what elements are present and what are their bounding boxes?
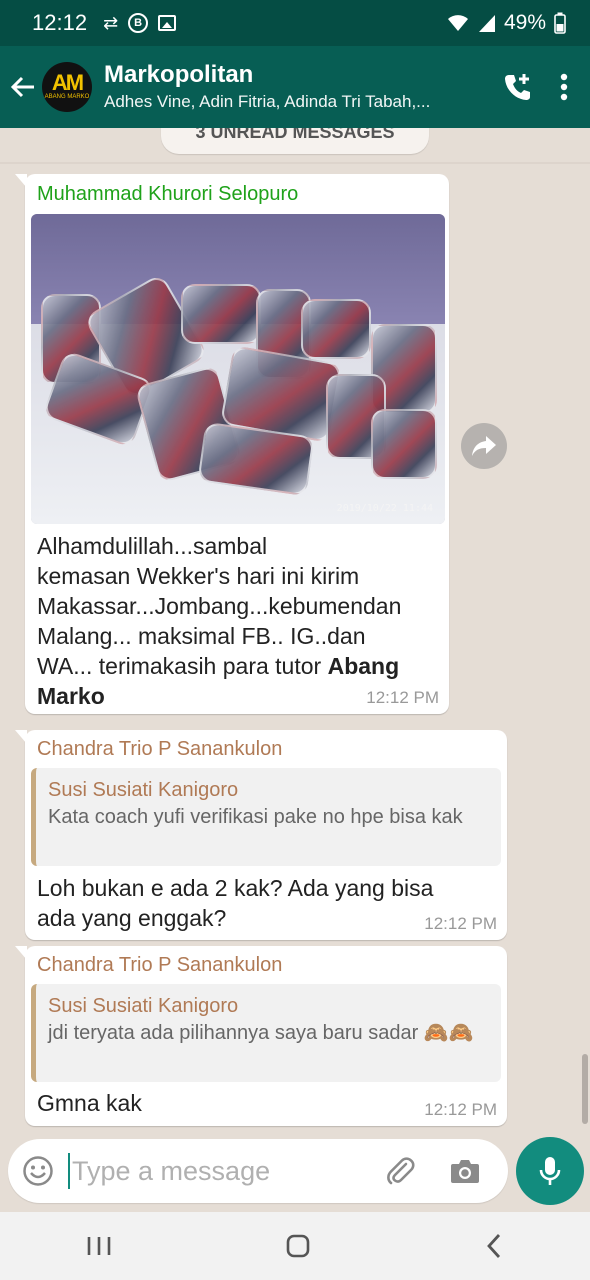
- b-badge-icon: B: [128, 13, 149, 33]
- quoted-message[interactable]: Susi Susiati Kanigoro Kata coach yufi ve…: [31, 768, 501, 866]
- bubble-tail: [15, 174, 27, 188]
- paperclip-icon[interactable]: [384, 1155, 416, 1187]
- notification-icons: ⇄ B: [103, 12, 177, 34]
- message-line: Makassar...Jombang...kebumendan: [37, 593, 402, 619]
- signal-icon: [478, 15, 495, 32]
- status-bar: 12:12 ⇄ B 49%: [0, 0, 590, 46]
- message-time: 12:12 PM: [366, 688, 439, 707]
- arrow-left-icon: [10, 76, 34, 98]
- image-icon: [158, 15, 177, 31]
- home-icon[interactable]: [285, 1233, 311, 1259]
- message-composer: [8, 1139, 508, 1203]
- message-text: Alhamdulillah...sambal kemasan Wekker's …: [37, 531, 445, 711]
- bubble-tail: [15, 730, 27, 744]
- emoji-icon[interactable]: [22, 1155, 54, 1187]
- quoted-text: jdi teryata ada pilihannya saya baru sad…: [48, 1022, 474, 1044]
- sync-icon: ⇄: [103, 12, 119, 33]
- forward-button[interactable]: [461, 423, 507, 469]
- microphone-icon: [539, 1157, 561, 1185]
- message-line: Malang... maksimal FB.. IG..dan: [37, 623, 366, 649]
- quoted-message[interactable]: Susi Susiati Kanigoro jdi teryata ada pi…: [31, 984, 501, 1082]
- recent-apps-icon[interactable]: [86, 1234, 112, 1258]
- text-caret: [68, 1153, 70, 1189]
- more-options-icon[interactable]: [560, 73, 568, 101]
- photo-jar: [301, 299, 371, 359]
- group-title: Markopolitan: [104, 61, 254, 88]
- unread-messages-banner: 3 UNREAD MESSAGES: [161, 128, 429, 154]
- group-avatar[interactable]: AM ABANG MARKO: [42, 62, 92, 112]
- forward-icon: [472, 436, 496, 456]
- avatar-logo-mark: AM: [51, 70, 84, 95]
- group-info[interactable]: Markopolitan Adhes Vine, Adin Fitria, Ad…: [104, 60, 464, 114]
- message-photo[interactable]: 2019/10/22 11:44: [31, 214, 445, 524]
- system-nav-bar: [0, 1212, 590, 1280]
- back-button[interactable]: [4, 46, 42, 128]
- header-actions: [502, 71, 568, 103]
- voice-record-button[interactable]: [516, 1137, 584, 1205]
- add-call-icon[interactable]: [502, 71, 534, 103]
- message-text-plain: WA... terimakasih para tutor: [37, 653, 328, 679]
- photo-jar: [181, 284, 261, 344]
- message-sender: Muhammad Khurori Selopuro: [37, 183, 299, 205]
- wifi-icon: [447, 15, 468, 31]
- quoted-sender: Susi Susiati Kanigoro: [48, 779, 239, 801]
- message-text-bold: Marko: [37, 683, 105, 709]
- message-line: kemasan Wekker's hari ini kirim: [37, 563, 360, 589]
- message-sender: Chandra Trio P Sanankulon: [37, 954, 283, 976]
- back-nav-icon[interactable]: [484, 1233, 504, 1259]
- group-members: Adhes Vine, Adin Fitria, Adinda Tri Taba…: [104, 92, 431, 111]
- scrollbar-thumb[interactable]: [582, 1054, 588, 1124]
- bubble-tail: [15, 946, 27, 960]
- battery-icon: [554, 12, 566, 34]
- quoted-text: Kata coach yufi verifikasi pake no hpe b…: [48, 806, 463, 828]
- camera-icon[interactable]: [450, 1157, 480, 1185]
- chat-area[interactable]: 3 UNREAD MESSAGES Muhammad Khurori Selop…: [0, 128, 590, 1138]
- status-right: 49%: [446, 11, 566, 35]
- unread-divider: [0, 162, 590, 164]
- message-text: Gmna kak: [37, 1090, 142, 1116]
- photo-timestamp: 2019/10/22 11:44: [336, 503, 433, 514]
- avatar-logo-sub: ABANG MARKO: [44, 94, 90, 100]
- message-time: 12:12 PM: [424, 914, 497, 933]
- battery-level: 49%: [503, 11, 546, 34]
- photo-jar: [371, 409, 437, 479]
- message-text-bold: Abang: [327, 653, 400, 679]
- message-line: WA... terimakasih para tutor Abang: [37, 651, 445, 681]
- message-sender: Chandra Trio P Sanankulon: [37, 738, 283, 760]
- message-bubble[interactable]: Chandra Trio P Sanankulon Susi Susiati K…: [15, 946, 507, 1126]
- chat-header: AM ABANG MARKO Markopolitan Adhes Vine, …: [0, 46, 590, 128]
- quoted-sender: Susi Susiati Kanigoro: [48, 995, 239, 1017]
- message-input[interactable]: [72, 1155, 372, 1187]
- message-bubble[interactable]: Chandra Trio P Sanankulon Susi Susiati K…: [15, 730, 507, 940]
- status-time: 12:12: [32, 10, 88, 35]
- message-line: Alhamdulillah...sambal: [37, 533, 268, 559]
- message-text: Loh bukan e ada 2 kak? Ada yang bisa ada…: [37, 875, 434, 931]
- message-time: 12:12 PM: [424, 1100, 497, 1119]
- message-bubble[interactable]: Muhammad Khurori Selopuro 2019/10/22 11:…: [15, 174, 449, 714]
